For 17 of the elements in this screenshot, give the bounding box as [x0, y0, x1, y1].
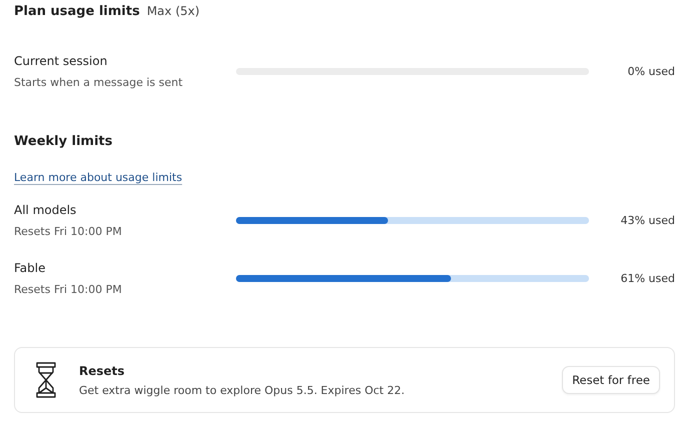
usage-reading: 43% used [620, 214, 675, 226]
card-description: Get extra wiggle room to explore Opus 5.5. Expires Oct 22. [79, 384, 406, 396]
limit-detail: Resets Fri 10:00 PM [14, 224, 123, 238]
limit-detail: Resets Fri 10:00 PM [14, 282, 123, 296]
section-title: Weekly limits [14, 134, 114, 151]
limit-detail: Starts when a message is sent [14, 76, 184, 88]
usage-reading: 61% used [620, 272, 675, 284]
limit-name: Fable [14, 260, 46, 274]
limit-name: Current session [14, 54, 108, 68]
limit-name: All models [14, 202, 78, 216]
usage-reading: 0% used [626, 64, 675, 78]
reset-button[interactable]: Reset for free [562, 366, 660, 394]
page-title: Plan usage limits [14, 4, 140, 19]
hourglass-icon [35, 362, 57, 398]
card-title: Resets [79, 364, 126, 378]
learn-more-link[interactable]: Learn more about usage limits [14, 171, 182, 184]
plan-name: Max (5x) [146, 4, 200, 18]
